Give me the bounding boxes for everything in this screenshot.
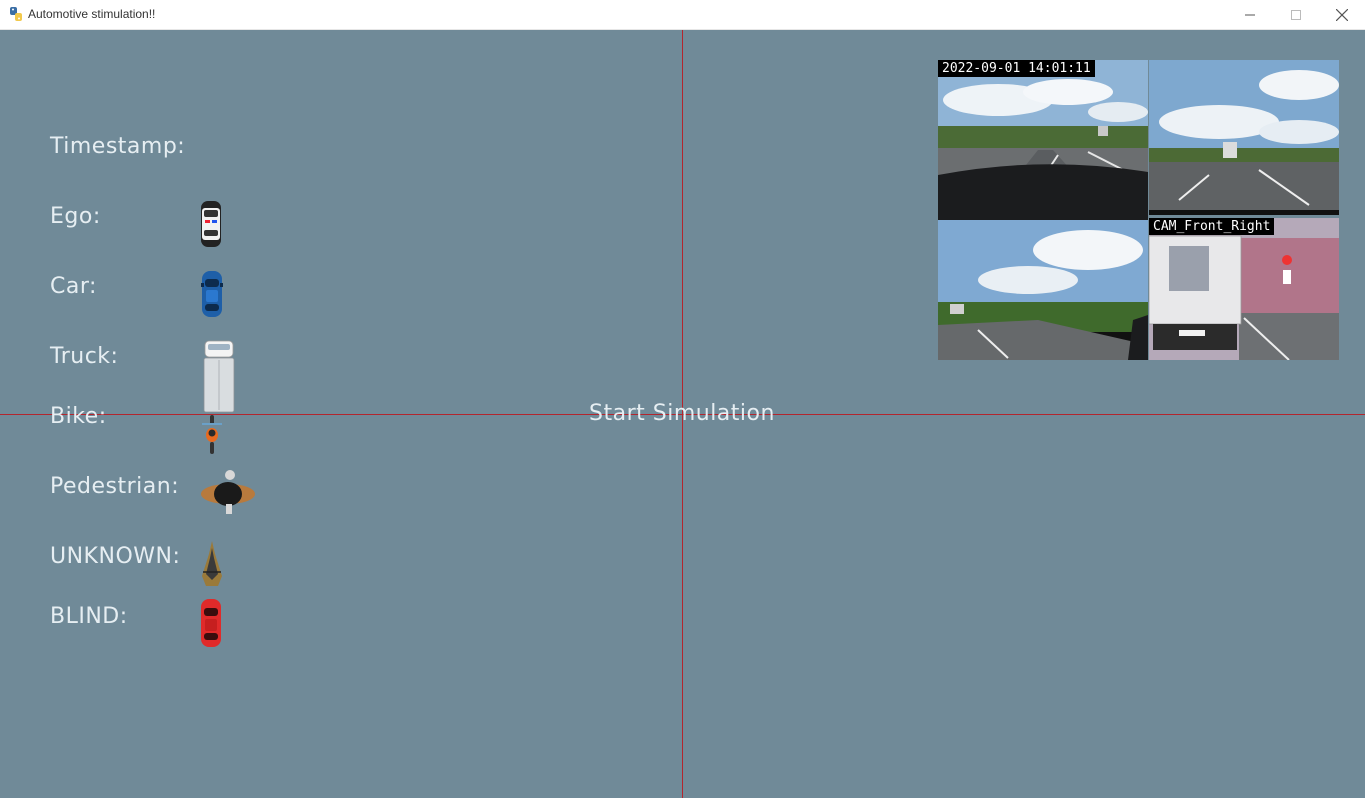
pedestrian-icon (201, 470, 255, 514)
close-button[interactable] (1319, 0, 1365, 29)
legend-label-pedestrian: Pedestrian: (50, 474, 180, 499)
legend-label-timestamp: Timestamp: (50, 134, 186, 159)
legend-label-unknown: UNKNOWN: (50, 544, 181, 569)
camera-front-image (1149, 60, 1339, 215)
police-car-icon (201, 201, 221, 247)
blue-car-icon (201, 271, 223, 317)
camera-rear-left-image (938, 220, 1148, 360)
camera-rear-left-view (938, 220, 1148, 360)
close-icon (1336, 8, 1348, 21)
truck-icon (203, 340, 235, 413)
maximize-button[interactable] (1273, 0, 1319, 29)
camera-front-view (1149, 60, 1339, 215)
minimize-button[interactable] (1227, 0, 1273, 29)
legend-label-car: Car: (50, 274, 97, 299)
red-car-icon (201, 599, 221, 647)
legend-label-blind: BLIND: (50, 604, 128, 629)
minimize-icon (1245, 14, 1255, 15)
unknown-icon (202, 541, 222, 586)
start-simulation-button[interactable]: Start Simulation (589, 401, 775, 426)
camera-front-left-image (938, 60, 1148, 220)
bike-icon (202, 415, 222, 454)
legend-label-truck: Truck: (50, 344, 119, 369)
simulation-canvas[interactable]: Timestamp: Ego: Car: Truck: Bike: Pedest… (0, 30, 1365, 798)
legend-label-ego: Ego: (50, 204, 101, 229)
camera-name-label: CAM_Front_Right (1149, 218, 1275, 235)
window-title: Automotive stimulation!! (28, 7, 156, 21)
maximize-icon (1291, 9, 1301, 20)
camera-front-left-view: 2022-09-01 14:01:11 (938, 60, 1148, 220)
camera-front-right-view: CAM_Front_Right (1149, 218, 1339, 360)
window-titlebar: Automotive stimulation!! (0, 0, 1365, 30)
camera-front-right-image (1149, 218, 1339, 360)
python-app-icon (10, 7, 22, 21)
legend-label-bike: Bike: (50, 404, 107, 429)
camera-timestamp-label: 2022-09-01 14:01:11 (938, 60, 1095, 77)
